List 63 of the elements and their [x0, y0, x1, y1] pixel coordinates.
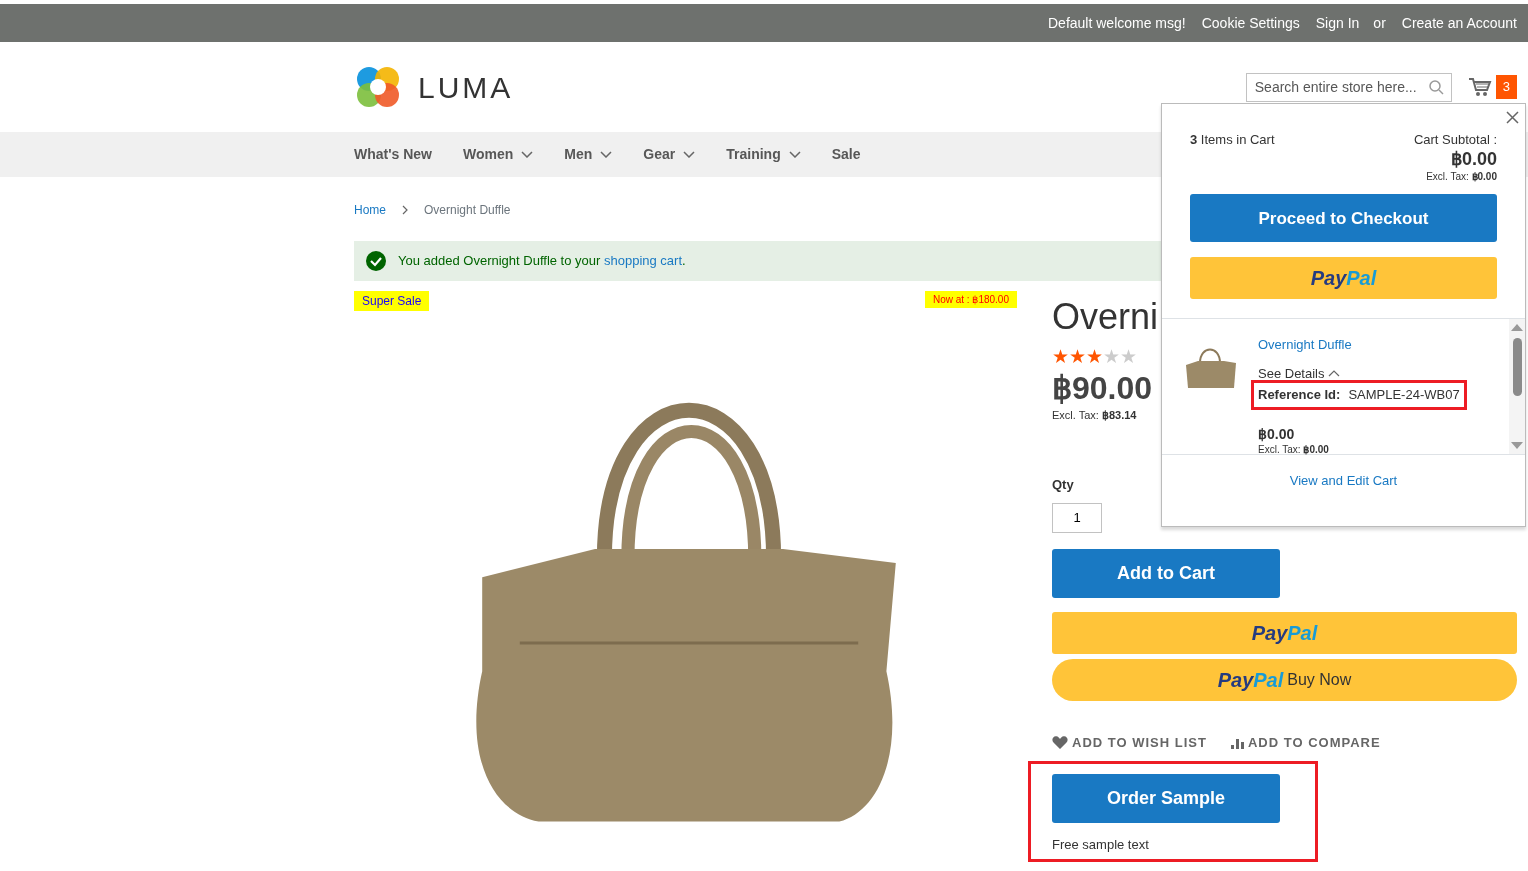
logo-text: LUMA: [418, 69, 514, 106]
scroll-thumb[interactable]: [1512, 338, 1522, 397]
star-icon: ★: [1120, 347, 1137, 366]
top-link[interactable]: Create an Account: [1401, 12, 1517, 34]
star-icon: ★: [1103, 347, 1120, 366]
compare-link[interactable]: ADD TO COMPARE: [1230, 732, 1381, 753]
scroll-down-icon: [1511, 441, 1523, 451]
paypal-logo: PayPal: [1251, 620, 1318, 646]
see-details-toggle[interactable]: See Details: [1258, 363, 1341, 384]
star-icon: ★: [1086, 347, 1103, 366]
excl-tax-text: Excl. Tax: ฿83.14: [1052, 407, 1138, 423]
check-circle-icon: [366, 251, 386, 271]
scrollbar[interactable]: [1509, 319, 1525, 455]
star-icon: ★: [1069, 347, 1086, 366]
product-title: Overni: [1052, 299, 1159, 335]
chevron-up-icon: [1328, 370, 1341, 378]
paypal-buy-now-button[interactable]: PayPal Buy Now: [1052, 658, 1517, 701]
paypal-button[interactable]: PayPal: [1052, 611, 1517, 654]
top-link[interactable]: Cookie Settings: [1201, 12, 1300, 34]
add-to-cart-button[interactable]: Add to Cart: [1052, 548, 1280, 598]
item-price: ฿0.00: [1258, 426, 1295, 443]
cart-icon: [1467, 77, 1492, 97]
qty-label: Qty: [1052, 476, 1074, 495]
heart-icon: [1052, 735, 1068, 751]
close-icon[interactable]: [1506, 111, 1519, 124]
search-icon: [1428, 79, 1444, 95]
item-excl-tax: Excl. Tax: ฿0.00: [1258, 443, 1329, 458]
checkout-button[interactable]: Proceed to Checkout: [1190, 194, 1497, 243]
subtotal-excl-tax: Excl. Tax: ฿0.00: [1426, 170, 1497, 185]
breadcrumb-link[interactable]: Home: [354, 201, 386, 219]
items-count-text: 3 Items in Cart: [1190, 131, 1275, 149]
nav-item[interactable]: Men: [564, 144, 613, 165]
view-cart-link[interactable]: View and Edit Cart: [1289, 471, 1398, 491]
qty-input[interactable]: 1: [1052, 502, 1102, 533]
reference-id-text: Reference Id: SAMPLE-24-WB07: [1254, 383, 1464, 407]
bar-chart-icon: [1230, 736, 1244, 749]
top-text: Default welcome msg!: [1048, 13, 1186, 33]
chevron-right-icon: [402, 205, 408, 215]
nav-item[interactable]: Training: [726, 144, 801, 165]
paypal-button[interactable]: PayPal: [1190, 257, 1497, 300]
nav-item[interactable]: Women: [463, 144, 534, 165]
nav-item[interactable]: Gear: [643, 144, 696, 165]
sale-label: Super Sale: [354, 291, 430, 311]
nav-item[interactable]: What's New: [354, 144, 432, 165]
paypal-logo: PayPal: [1217, 667, 1284, 693]
item-name-link[interactable]: Overnight Duffle: [1258, 335, 1352, 355]
scroll-up-icon: [1511, 323, 1523, 333]
product-price: ฿90.00: [1052, 370, 1153, 407]
subtotal-label: Cart Subtotal :: [1413, 131, 1497, 149]
top-text: or: [1373, 13, 1386, 33]
sample-text: Free sample text: [1052, 836, 1149, 855]
search-field[interactable]: Search entire store here...: [1245, 72, 1452, 102]
nav-item[interactable]: Sale: [831, 144, 861, 165]
star-icon: ★: [1052, 347, 1069, 366]
top-link[interactable]: Sign In: [1315, 12, 1360, 34]
paypal-logo: PayPal: [1310, 266, 1377, 292]
success-message: You added Overnight Duffle to your shopping cart.: [398, 252, 686, 271]
price-label: Now at : ฿180.00: [924, 291, 1017, 308]
subtotal-value: ฿0.00: [1450, 149, 1497, 170]
breadcrumb-current: Overnight Duffle: [424, 202, 511, 219]
order-sample-button[interactable]: Order Sample: [1052, 774, 1280, 824]
wish-list-link[interactable]: ADD TO WISH LIST: [1052, 732, 1207, 753]
cart-count: 3: [1495, 75, 1517, 99]
